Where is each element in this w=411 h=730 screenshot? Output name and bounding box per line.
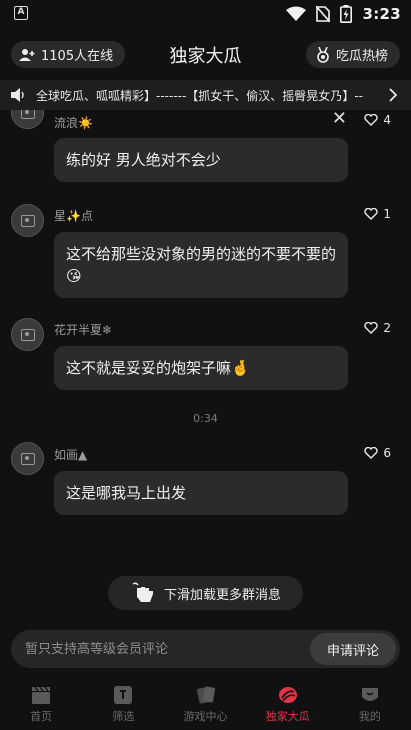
nav-label: 筛选 bbox=[112, 710, 135, 723]
avatar[interactable] bbox=[11, 110, 44, 129]
nav-item-filter[interactable]: 筛选 bbox=[82, 676, 164, 730]
like-button[interactable]: 1 bbox=[364, 207, 391, 221]
nav-label: 游戏中心 bbox=[183, 710, 228, 723]
medal-icon bbox=[317, 46, 329, 63]
message-text: 练的好 男人绝对不会少 bbox=[66, 151, 221, 169]
apply-comment-button[interactable]: 申请评论 bbox=[310, 633, 396, 665]
avatar[interactable] bbox=[11, 318, 44, 351]
header: 1105人在线 独家大瓜 吃瓜热榜 bbox=[0, 28, 411, 80]
cards-icon bbox=[196, 686, 215, 704]
message-bubble[interactable]: 练的好 男人绝对不会少 bbox=[54, 138, 348, 182]
message-bubble[interactable]: 这不给那些没对象的男的迷的不要不要的😘 bbox=[54, 232, 348, 298]
bottom-nav: 首页 筛选 游戏中心 独家大瓜 我的 bbox=[0, 676, 411, 730]
message-timestamp: 0:34 bbox=[193, 412, 218, 425]
like-button[interactable]: 6 bbox=[364, 446, 391, 460]
status-icons: 3:23 bbox=[286, 4, 401, 24]
avatar[interactable] bbox=[11, 204, 44, 237]
announcement-text: 全球吃瓜、呱呱精彩】-------【抓女干、偷汉、摇臀晃女乃】-- bbox=[36, 88, 363, 103]
close-icon[interactable]: ✕ bbox=[332, 110, 347, 129]
heart-icon bbox=[364, 114, 379, 126]
online-count-label: 1105人在线 bbox=[41, 49, 114, 64]
message-bubble[interactable]: 这不就是妥妥的炮架子嘛🤞 bbox=[54, 346, 348, 390]
avatar-placeholder-icon bbox=[20, 328, 35, 341]
like-count: 1 bbox=[383, 207, 391, 221]
message-username: 流浪☀️ bbox=[54, 116, 93, 130]
clapperboard-icon bbox=[32, 686, 51, 704]
nav-label: 我的 bbox=[358, 710, 381, 723]
announcement-marquee[interactable]: 全球吃瓜、呱呱精彩】-------【抓女干、偷汉、摇臀晃女乃】-- bbox=[0, 80, 411, 110]
message-username: 如画▲ bbox=[54, 448, 88, 462]
nav-item-exclusive-melon[interactable]: 独家大瓜 bbox=[247, 676, 329, 730]
nav-item-profile[interactable]: 我的 bbox=[329, 676, 411, 730]
message-username: 花开半夏❄ bbox=[54, 323, 113, 337]
comment-input[interactable] bbox=[25, 630, 295, 668]
add-user-icon bbox=[19, 48, 35, 61]
like-count: 6 bbox=[383, 446, 391, 460]
hot-list-label: 吃瓜热榜 bbox=[335, 49, 388, 64]
no-sim-icon bbox=[316, 6, 331, 22]
clock: 3:23 bbox=[362, 5, 401, 23]
heart-icon bbox=[364, 208, 379, 220]
nav-label: 独家大瓜 bbox=[265, 710, 310, 723]
avatar-placeholder-icon bbox=[20, 214, 35, 227]
swipe-hand-icon bbox=[132, 582, 153, 602]
nav-item-game-center[interactable]: 游戏中心 bbox=[164, 676, 246, 730]
online-count-button[interactable]: 1105人在线 bbox=[11, 41, 126, 68]
melon-icon bbox=[278, 687, 297, 703]
message-feed[interactable]: 流浪☀️ ✕ 4 练的好 男人绝对不会少 星✨点 1 这不给那些没对象的男的迷的… bbox=[0, 110, 411, 620]
message-text: 这不就是妥妥的炮架子嘛🤞 bbox=[66, 359, 250, 377]
message-text: 这不给那些没对象的男的迷的不要不要的😘 bbox=[66, 245, 337, 285]
chevron-right-icon[interactable] bbox=[385, 87, 401, 103]
filter-icon bbox=[114, 686, 133, 704]
message-text: 这是哪我马上出发 bbox=[66, 484, 187, 502]
hot-list-button[interactable]: 吃瓜热榜 bbox=[305, 41, 400, 68]
status-bar: A 3:23 bbox=[0, 0, 411, 28]
heart-icon bbox=[364, 322, 379, 334]
battery-charging-icon bbox=[340, 5, 353, 23]
nav-item-home[interactable]: 首页 bbox=[0, 676, 82, 730]
avatar-placeholder-icon bbox=[20, 110, 35, 119]
like-button[interactable]: 2 bbox=[364, 321, 391, 335]
avatar[interactable] bbox=[11, 442, 44, 475]
app-notification-icon: A bbox=[14, 6, 28, 20]
load-more-label: 下滑加载更多群消息 bbox=[163, 587, 281, 603]
like-count: 2 bbox=[383, 321, 391, 335]
heart-icon bbox=[364, 447, 379, 459]
avatar-placeholder-icon bbox=[20, 452, 35, 465]
message-username: 星✨点 bbox=[54, 209, 93, 223]
nav-label: 首页 bbox=[30, 710, 53, 723]
profile-icon bbox=[361, 688, 378, 701]
comment-bar: 申请评论 bbox=[11, 630, 400, 668]
load-more-button[interactable]: 下滑加载更多群消息 bbox=[108, 576, 303, 610]
like-button[interactable]: 4 bbox=[364, 113, 391, 127]
wifi-icon bbox=[286, 6, 307, 21]
like-count: 4 bbox=[383, 113, 391, 127]
message-bubble[interactable]: 这是哪我马上出发 bbox=[54, 471, 348, 515]
speaker-icon bbox=[11, 88, 24, 102]
